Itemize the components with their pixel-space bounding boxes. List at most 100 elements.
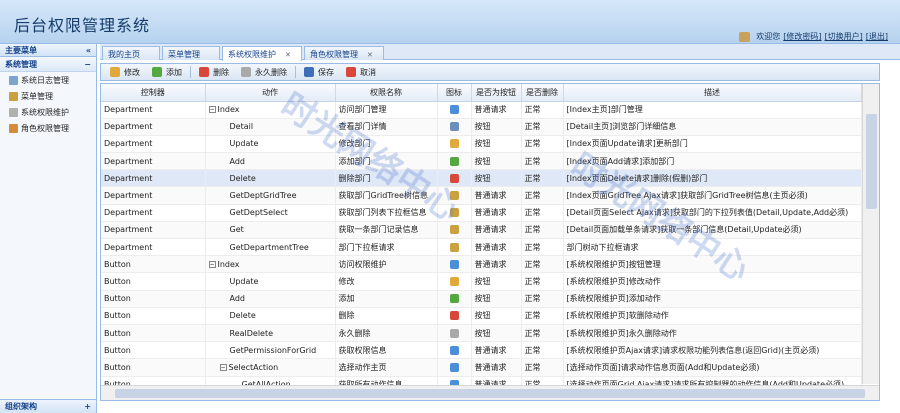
table-row[interactable]: Button Update 修改 按钮 正常 [系统权限维护页]修改动作	[101, 272, 862, 291]
section-toggle-icon[interactable]: −	[84, 60, 91, 69]
close-tab-icon[interactable]: ✕	[367, 51, 373, 59]
log-icon	[9, 75, 18, 85]
expand-section-icon[interactable]: +	[84, 402, 91, 411]
permission-icon	[449, 156, 459, 166]
table-row[interactable]: Button − Index 访问权限维护 普通请求 正常 [系统权限维护页]按钮管理	[101, 255, 862, 274]
role-icon	[9, 123, 18, 133]
table-row[interactable]: Department GetDeptSelect 获取部门列表下拉框信息 普通请求 正常…	[101, 204, 862, 222]
cell-is-button: 按钮	[471, 135, 522, 154]
table-row[interactable]: Department Get 获取一条部门记录信息 普通请求 正常 [Detail页面加载…	[101, 221, 862, 240]
permission-icon	[449, 105, 459, 115]
table-row[interactable]: Department GetDeptGridTree 获取部门GridTree树信息…	[101, 186, 862, 205]
table-row[interactable]: Department Add 添加部门 按钮 正常 [Index页面Add请求]添加部门	[101, 152, 862, 171]
cell-icon	[437, 101, 472, 119]
cell-icon	[437, 204, 472, 222]
logout-link[interactable]: [退出]	[866, 31, 888, 42]
tree-toggle-icon[interactable]: −	[219, 363, 227, 371]
column-header[interactable]: 是否删除	[521, 84, 564, 102]
permission-icon	[449, 294, 459, 304]
table-row[interactable]: Button RealDelete 永久删除 按钮 正常 [系统权限维护页]永久删除动作	[101, 324, 862, 343]
column-header[interactable]: 控制器	[101, 84, 206, 102]
cell-description: [系统权限维护页]按钮管理	[563, 255, 862, 274]
save-button[interactable]: 保存	[298, 65, 340, 79]
cell-is-deleted: 正常	[521, 255, 564, 274]
table-row[interactable]: Button Delete 删除 按钮 正常 [系统权限维护页]软删除动作	[101, 307, 862, 325]
cell-description: [Index页面GridTree Ajax请求]获取部门GridTree树信息(…	[563, 186, 862, 205]
tab-home[interactable]: 我的主页	[102, 46, 160, 60]
cell-action: − Index	[205, 101, 336, 119]
sidebar-header: 主要菜单 «	[0, 44, 96, 57]
cell-is-button: 普通请求	[471, 101, 522, 119]
tab-role-permission[interactable]: 角色权限管理 ✕	[304, 46, 384, 60]
table-row[interactable]: Button Add 添加 按钮 正常 [系统权限维护页]添加动作	[101, 290, 862, 308]
collapse-sidebar-icon[interactable]: «	[86, 46, 91, 55]
cell-controller: Button	[101, 307, 206, 325]
edit-button[interactable]: 修改	[104, 65, 146, 79]
column-header[interactable]: 描述	[563, 84, 862, 102]
cell-icon	[437, 307, 472, 325]
permanent-delete-button[interactable]: 永久删除	[235, 65, 293, 79]
cell-controller: Button	[101, 255, 206, 274]
column-header[interactable]: 是否为按钮	[471, 84, 522, 102]
cancel-button[interactable]: 取消	[340, 65, 382, 79]
cell-icon	[437, 341, 472, 360]
column-header[interactable]: 权限名称	[335, 84, 438, 102]
permission-icon	[449, 122, 459, 132]
table-row[interactable]: Department Delete 删除部门 按钮 正常 [Index页面Delete请求…	[101, 169, 862, 188]
sidebar-item[interactable]: 菜单管理	[0, 88, 96, 104]
cell-description: [Detail页面加载单条请求]获取一条部门信息(Detail,Update必须…	[563, 221, 862, 240]
table-row[interactable]: Department GetDepartmentTree 部门下拉框请求 普通请求 正常…	[101, 238, 862, 257]
scroll-thumb[interactable]	[115, 389, 865, 398]
app-header: 后台权限管理系统 欢迎您 [修改密码] [切换用户] [退出]	[0, 0, 900, 44]
edit-icon	[110, 67, 120, 77]
cell-is-button: 按钮	[471, 118, 522, 136]
cell-description: [系统权限维护页]添加动作	[563, 290, 862, 308]
sidebar-item[interactable]: 系统权限维护	[0, 104, 96, 120]
button-label: 添加	[166, 67, 182, 77]
horizontal-scrollbar[interactable]	[101, 385, 879, 400]
cell-controller: Department	[101, 152, 206, 171]
cell-icon	[437, 169, 472, 188]
add-button[interactable]: 添加	[146, 65, 188, 79]
cell-permission-name: 获取部门GridTree树信息	[335, 186, 438, 205]
cell-permission-name: 添加部门	[335, 152, 438, 171]
cell-permission-name: 获取一条部门记录信息	[335, 221, 438, 240]
cell-icon	[437, 324, 472, 343]
tab-permission-maintenance[interactable]: 系统权限维护 ✕	[222, 46, 302, 61]
vertical-scrollbar[interactable]	[862, 84, 879, 384]
table-row[interactable]: Button − SelectAction 选择动作主页 普通请求 正常 [选择动作页面]请…	[101, 358, 862, 377]
permission-icon	[449, 362, 459, 372]
user-icon	[739, 31, 751, 42]
sidebar-section-org[interactable]: 组织架构 +	[0, 399, 96, 413]
cell-is-deleted: 正常	[521, 221, 564, 240]
delete-button[interactable]: 删除	[193, 65, 235, 79]
toolbar-separator	[190, 66, 191, 78]
app-title: 后台权限管理系统	[14, 16, 151, 35]
cell-permission-name: 永久删除	[335, 324, 438, 343]
table-row[interactable]: Department Detail 查看部门详情 按钮 正常 [Detail主页]浏览部门…	[101, 118, 862, 136]
column-header[interactable]: 图标	[437, 84, 472, 102]
cell-icon	[437, 272, 472, 291]
tree-toggle-icon[interactable]: −	[208, 260, 216, 268]
cell-description: [Index页面Delete请求]删除(假删)部门	[563, 169, 862, 188]
table-row[interactable]: Department Update 修改部门 按钮 正常 [Index页面Update请求…	[101, 135, 862, 154]
column-header[interactable]: 动作	[205, 84, 336, 102]
sidebar-section-system[interactable]: 系统管理 −	[0, 57, 96, 72]
permission-table: 控制器 动作 权限名称 图标 是否为按钮 是否删除 描述 Department − Index 访…	[101, 84, 862, 394]
cell-is-button: 按钮	[471, 290, 522, 308]
scroll-thumb[interactable]	[866, 114, 877, 209]
table-row[interactable]: Department − Index 访问部门管理 普通请求 正常 [Index主页]部门管…	[101, 101, 862, 119]
sidebar-item[interactable]: 角色权限管理	[0, 120, 96, 136]
tree-toggle-icon[interactable]: −	[208, 106, 216, 114]
sidebar-item[interactable]: 系统日志管理	[0, 72, 96, 88]
tab-menu-management[interactable]: 菜单管理	[162, 46, 220, 60]
cell-action: RealDelete	[205, 324, 336, 343]
table-row[interactable]: Button GetPermissionForGrid 获取权限信息 普通请求 正常 [系…	[101, 341, 862, 360]
cell-action: GetDepartmentTree	[205, 238, 336, 257]
cell-is-button: 普通请求	[471, 341, 522, 360]
close-tab-icon[interactable]: ✕	[285, 51, 291, 59]
cell-is-deleted: 正常	[521, 135, 564, 154]
cell-controller: Department	[101, 169, 206, 188]
change-password-link[interactable]: [修改密码]	[783, 31, 821, 42]
switch-user-link[interactable]: [切换用户]	[825, 31, 863, 42]
